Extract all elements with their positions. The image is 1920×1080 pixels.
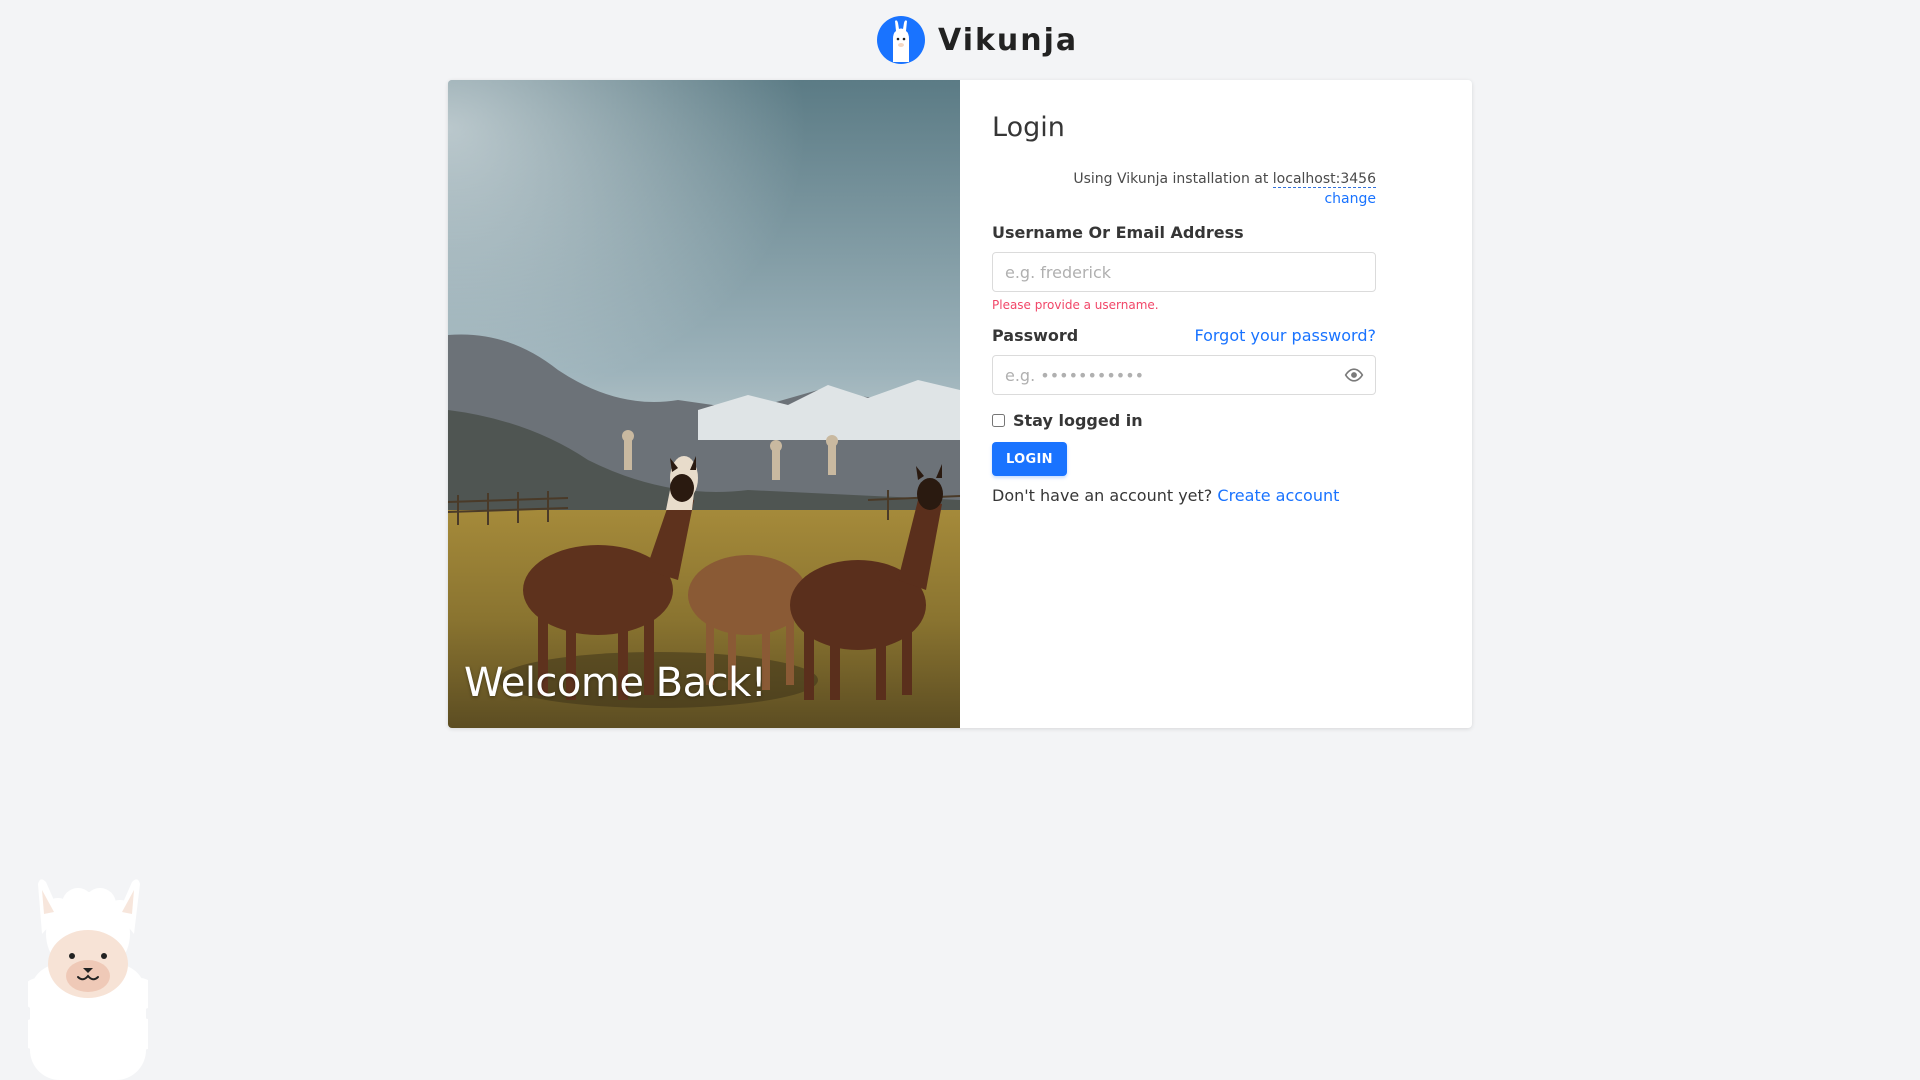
create-account-link[interactable]: Create account [1217, 486, 1339, 505]
installation-info: Using Vikunja installation at localhost:… [992, 169, 1376, 209]
llama-mascot [28, 879, 148, 1080]
login-form-panel: Login Using Vikunja installation at loca… [960, 80, 1408, 728]
welcome-heading: Welcome Back! [464, 660, 767, 706]
eye-icon[interactable] [1344, 366, 1364, 384]
hero-image-panel: Welcome Back! [448, 80, 960, 728]
username-error: Please provide a username. [992, 298, 1159, 312]
installation-url: localhost:3456 [1272, 171, 1376, 188]
login-title: Login [992, 112, 1065, 143]
password-input[interactable] [992, 355, 1376, 395]
installation-prefix: Using Vikunja installation at [1073, 171, 1269, 187]
username-input[interactable] [992, 252, 1376, 292]
password-label: Password [992, 326, 1079, 345]
username-field-wrap [992, 252, 1376, 292]
password-field-wrap [992, 355, 1376, 395]
app-logo[interactable]: Vikunja [876, 14, 1078, 66]
signup-prefix: Don't have an account yet? [992, 486, 1213, 505]
llama-logo-icon [877, 16, 925, 64]
login-button[interactable]: LOGIN [992, 442, 1067, 476]
password-label-row: Password Forgot your password? [992, 326, 1376, 345]
stay-logged-in-label[interactable]: Stay logged in [1013, 411, 1143, 430]
signup-row: Don't have an account yet? Create accoun… [992, 486, 1376, 505]
login-card: Welcome Back! Login Using Vikunja instal… [448, 80, 1472, 728]
change-installation-link[interactable]: change [992, 189, 1376, 209]
stay-logged-in-row: Stay logged in [992, 411, 1376, 430]
llama-photo [448, 80, 960, 728]
stay-logged-in-checkbox[interactable] [992, 414, 1005, 427]
username-label: Username Or Email Address [992, 223, 1244, 242]
forgot-password-link[interactable]: Forgot your password? [1194, 326, 1376, 345]
app-name: Vikunja [938, 22, 1079, 58]
